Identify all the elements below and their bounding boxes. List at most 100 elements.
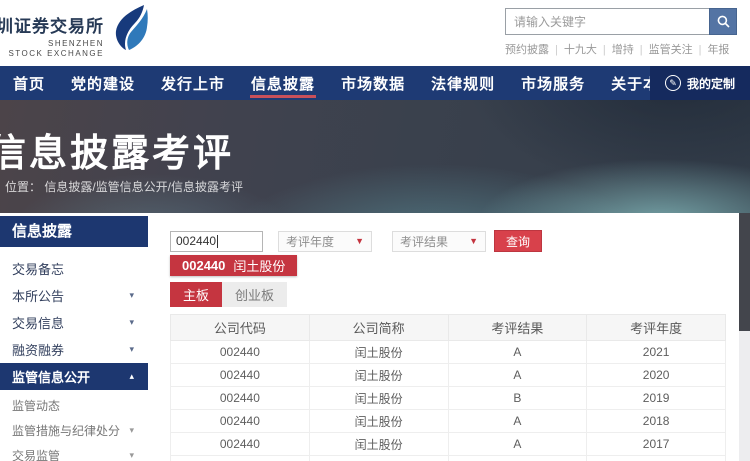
- nav-item[interactable]: 市场服务: [508, 66, 598, 100]
- logo-en-text: SHENZHEN STOCK EXCHANGE: [0, 39, 104, 59]
- table-header-cell: 考评年度: [587, 315, 726, 341]
- chevron-icon: ▾: [129, 450, 134, 461]
- cell-company-code: 002440: [171, 410, 310, 433]
- sidebar-item[interactable]: 交易备忘: [0, 255, 148, 282]
- sidebar-item[interactable]: 本所公告 ▾: [0, 282, 148, 309]
- site-search-button[interactable]: [709, 8, 737, 35]
- nav-item[interactable]: 党的建设: [58, 66, 148, 100]
- cell-company-code: 002440: [171, 341, 310, 364]
- hot-link[interactable]: 年报: [693, 44, 730, 56]
- nav-item[interactable]: 发行上市: [148, 66, 238, 100]
- hot-link[interactable]: 增持: [597, 44, 634, 56]
- sidebar-item[interactable]: 监管信息公开 ▴: [0, 363, 148, 390]
- page: 深圳证券交易所 SHENZHEN STOCK EXCHANGE: [0, 0, 750, 461]
- chevron-icon: ▾: [129, 290, 134, 301]
- cell-eval-year: 2019: [587, 387, 726, 410]
- hot-link[interactable]: 监管关注: [634, 44, 693, 56]
- chevron-icon: ▾: [129, 317, 134, 328]
- board-tabs: 主板 创业板: [170, 282, 740, 307]
- year-select-label: 考评年度: [286, 233, 334, 250]
- sidebar-subitem-label: 监管措施与纪律处分: [12, 422, 120, 439]
- cell-eval-result: A: [448, 364, 587, 387]
- search-icon: [717, 15, 730, 28]
- chevron-icon: ▾: [129, 425, 134, 436]
- table-header-cell: 公司简称: [309, 315, 448, 341]
- result-select[interactable]: 考评结果 ▼: [392, 231, 486, 252]
- cell-eval-year: 2016: [587, 456, 726, 461]
- szse-logo[interactable]: 深圳证券交易所 SHENZHEN STOCK EXCHANGE: [0, 4, 150, 59]
- year-select[interactable]: 考评年度 ▼: [278, 231, 372, 252]
- dropdown-arrow-icon: ▼: [469, 236, 478, 246]
- board-tab[interactable]: 创业板: [222, 282, 287, 307]
- nav-item-label: 党的建设: [71, 73, 135, 94]
- sidebar-item-label: 融资融券: [12, 340, 64, 359]
- site-search: 预约披露十九大增持监管关注年报: [505, 8, 737, 57]
- nav-items: 首页 党的建设 发行上市 信息披露 市场数据 法律规则 市场服务 关于本所: [0, 66, 688, 100]
- cell-eval-year: 2021: [587, 341, 726, 364]
- table-row[interactable]: 002440 闰土股份 A 2017: [171, 433, 726, 456]
- sidebar-subitem[interactable]: 监管措施与纪律处分 ▾: [0, 418, 148, 443]
- code-suggestion[interactable]: 002440 闰土股份: [170, 255, 297, 276]
- nav-item-label: 发行上市: [161, 73, 225, 94]
- hot-link[interactable]: 预约披露: [505, 44, 549, 56]
- sidebar-item[interactable]: 交易信息 ▾: [0, 309, 148, 336]
- main-nav: 首页 党的建设 发行上市 信息披露 市场数据 法律规则 市场服务 关于本所 ✎ …: [0, 66, 750, 100]
- cell-eval-year: 2018: [587, 410, 726, 433]
- sidebar-item[interactable]: 融资融券 ▾: [0, 336, 148, 363]
- my-customization-button[interactable]: ✎ 我的定制: [650, 66, 750, 100]
- cell-company-name: 闰土股份: [309, 341, 448, 364]
- board-tab-label: 主板: [183, 285, 209, 304]
- table-row[interactable]: 002440 闰土股份 A 2020: [171, 364, 726, 387]
- code-input[interactable]: 002440: [170, 231, 263, 252]
- sidebar-subitem-label: 交易监管: [12, 447, 60, 461]
- cell-company-code: 002440: [171, 364, 310, 387]
- board-tab[interactable]: 主板: [170, 282, 222, 307]
- table-row[interactable]: 002440 闰土股份 A 2018: [171, 410, 726, 433]
- logo-cn-text: 深圳证券交易所: [0, 12, 104, 37]
- nav-item[interactable]: 市场数据: [328, 66, 418, 100]
- query-form: 002440 考评年度 ▼ 考评结果 ▼ 查询: [170, 230, 740, 252]
- cell-company-code: 002440: [171, 387, 310, 410]
- table-row[interactable]: 002440 闰土股份 A 2021: [171, 341, 726, 364]
- chevron-icon: ▴: [129, 371, 134, 382]
- table-header-row: 公司代码公司简称考评结果考评年度: [171, 315, 726, 341]
- sidebar-subitem-label: 监管动态: [12, 397, 60, 414]
- page-title: 信息披露考评: [0, 122, 234, 177]
- hot-link[interactable]: 十九大: [549, 44, 597, 56]
- cell-company-name: 闰土股份: [309, 387, 448, 410]
- scrollbar-thumb[interactable]: [739, 213, 750, 331]
- table-row[interactable]: 002440 闰土股份 A 2016: [171, 456, 726, 461]
- cell-company-name: 闰土股份: [309, 364, 448, 387]
- sidebar-title: 信息披露: [0, 216, 148, 247]
- cell-eval-result: A: [448, 410, 587, 433]
- breadcrumb: 位置： 信息披露/监管信息公开/信息披露考评: [5, 178, 243, 195]
- nav-item[interactable]: 法律规则: [418, 66, 508, 100]
- board-tab-label: 创业板: [235, 285, 274, 304]
- szse-logo-mark-icon: [110, 4, 150, 52]
- cell-company-name: 闰土股份: [309, 456, 448, 461]
- table-row[interactable]: 002440 闰土股份 B 2019: [171, 387, 726, 410]
- result-select-label: 考评结果: [400, 233, 448, 250]
- site-search-input[interactable]: [505, 8, 709, 35]
- cell-company-name: 闰土股份: [309, 410, 448, 433]
- sidebar-items: 交易备忘 本所公告 ▾ 交易信息 ▾ 融资融券 ▾ 监管信息公开 ▴: [0, 255, 148, 390]
- sidebar: 信息披露 交易备忘 本所公告 ▾ 交易信息 ▾ 融资融券 ▾: [0, 213, 148, 461]
- sidebar-subitem[interactable]: 监管动态: [0, 393, 148, 418]
- chevron-icon: ▾: [129, 344, 134, 355]
- sidebar-subitem[interactable]: 交易监管 ▾: [0, 443, 148, 461]
- query-button[interactable]: 查询: [494, 230, 542, 252]
- sidebar-item-label: 监管信息公开: [12, 367, 90, 386]
- suggestion-name: 闰土股份: [233, 256, 285, 275]
- logo-text: 深圳证券交易所 SHENZHEN STOCK EXCHANGE: [0, 4, 104, 59]
- cell-eval-result: A: [448, 433, 587, 456]
- top-header: 深圳证券交易所 SHENZHEN STOCK EXCHANGE: [0, 0, 750, 66]
- nav-item-label: 首页: [13, 73, 45, 94]
- cell-eval-result: A: [448, 341, 587, 364]
- sidebar-item-label: 本所公告: [12, 286, 64, 305]
- nav-item[interactable]: 首页: [0, 66, 58, 100]
- my-customization-label: 我的定制: [687, 75, 735, 92]
- results-table: 公司代码公司简称考评结果考评年度 002440 闰土股份 A 2021 0024…: [170, 314, 726, 461]
- hot-links: 预约披露十九大增持监管关注年报: [505, 41, 737, 57]
- scrollbar-track[interactable]: [739, 331, 750, 461]
- nav-item[interactable]: 信息披露: [238, 66, 328, 100]
